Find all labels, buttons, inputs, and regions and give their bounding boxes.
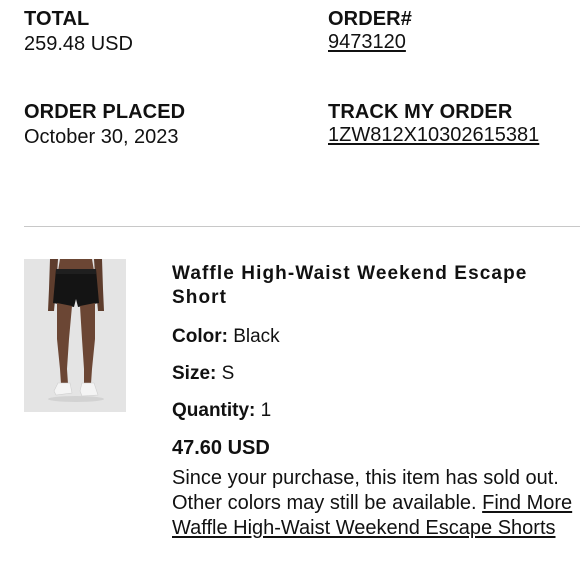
order-details-page: TOTAL 259.48 USD ORDER# 9473120 ORDER PL… — [0, 0, 580, 580]
order-placed: ORDER PLACED October 30, 2023 — [24, 101, 185, 149]
order-placed-date: October 30, 2023 — [24, 126, 179, 148]
order-number-label: ORDER# — [328, 8, 412, 30]
item-size-label: Size: — [172, 363, 217, 384]
order-total: TOTAL 259.48 USD — [24, 8, 133, 56]
order-placed-label: ORDER PLACED — [24, 101, 186, 123]
order-number-link[interactable]: 9473120 — [328, 31, 406, 53]
item-quantity: Quantity: 1 — [172, 399, 580, 423]
item-size-value: S — [221, 363, 235, 384]
track-order-label: TRACK MY ORDER — [328, 101, 513, 123]
order-total-value: 259.48 USD — [24, 33, 133, 55]
item-quantity-label: Quantity: — [172, 400, 256, 421]
item-color-value: Black — [233, 326, 280, 347]
item-price: 47.60 USD — [172, 437, 270, 459]
order-number: ORDER# 9473120 — [328, 8, 412, 54]
product-photo-icon — [24, 259, 126, 412]
item-color-label: Color: — [172, 326, 228, 347]
item-details: Waffle High-Waist Weekend Escape Short C… — [172, 262, 580, 541]
tracking-number-link[interactable]: 1ZW812X10302615381 — [328, 124, 539, 146]
product-image[interactable] — [24, 259, 126, 412]
product-name[interactable]: Waffle High-Waist Weekend Escape Short — [172, 262, 580, 310]
track-order: TRACK MY ORDER 1ZW812X10302615381 — [328, 101, 539, 147]
item-size: Size: S — [172, 362, 580, 386]
sold-out-notice: Since your purchase, this item has sold … — [172, 466, 580, 541]
item-color: Color: Black — [172, 325, 580, 349]
item-quantity-value: 1 — [260, 400, 272, 421]
section-divider — [24, 226, 580, 227]
order-total-label: TOTAL — [24, 8, 90, 30]
